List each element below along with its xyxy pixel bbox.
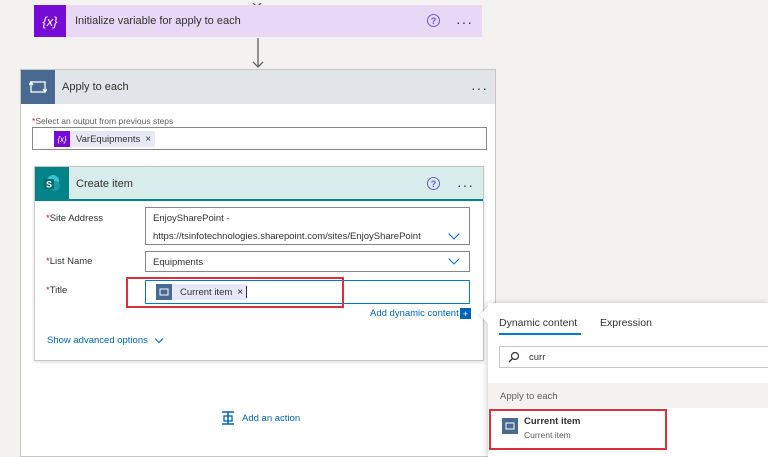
site-address-input[interactable]: EnjoySharePoint - https://tsinfotechnolo… bbox=[145, 207, 470, 245]
advanced-options-label: Show advanced options bbox=[47, 335, 148, 346]
svg-text:S: S bbox=[46, 180, 52, 190]
dynamic-search-input[interactable]: curr bbox=[499, 346, 768, 368]
create-item-title: Create item bbox=[76, 178, 133, 190]
list-name-label: *List Name bbox=[46, 256, 93, 267]
chevron-down-icon[interactable] bbox=[448, 253, 460, 265]
active-tab-indicator bbox=[499, 333, 581, 335]
init-step-title: Initialize variable for apply to each bbox=[75, 15, 241, 27]
variable-icon: {x} bbox=[34, 5, 66, 37]
output-input[interactable]: {x} VarEquipments × bbox=[32, 127, 487, 150]
add-action-label: Add an action bbox=[242, 412, 301, 424]
sharepoint-icon: S bbox=[35, 167, 69, 199]
token-label: VarEquipments bbox=[76, 133, 141, 145]
highlight-current-item bbox=[489, 409, 667, 450]
section-title: Apply to each bbox=[500, 391, 558, 402]
tab-expression[interactable]: Expression bbox=[600, 317, 652, 329]
highlight-title-token bbox=[126, 277, 344, 308]
chevron-down-icon bbox=[154, 334, 164, 343]
variable-icon: {x} bbox=[54, 131, 70, 147]
remove-token-icon[interactable]: × bbox=[145, 134, 151, 145]
search-value: curr bbox=[529, 352, 546, 363]
add-action-icon bbox=[222, 411, 234, 425]
add-dynamic-content-icon[interactable]: + bbox=[460, 308, 471, 319]
site-address-value-1: EnjoySharePoint - bbox=[153, 213, 230, 224]
search-icon bbox=[508, 351, 520, 363]
loop-icon bbox=[21, 70, 55, 104]
site-address-label: *Site Address bbox=[46, 213, 104, 224]
show-advanced-options[interactable]: Show advanced options bbox=[47, 334, 164, 346]
output-label: *Select an output from previous steps bbox=[32, 116, 174, 126]
add-dynamic-content-link[interactable]: Add dynamic content bbox=[370, 308, 459, 319]
section-header[interactable]: Apply to each bbox=[488, 383, 768, 408]
add-action-button[interactable]: Add an action bbox=[220, 410, 300, 426]
help-icon[interactable]: ? bbox=[427, 14, 440, 27]
help-icon[interactable]: ? bbox=[427, 177, 440, 190]
title-label: *Title bbox=[46, 285, 68, 296]
connector-arrow bbox=[251, 38, 265, 70]
chevron-down-icon[interactable] bbox=[448, 228, 460, 240]
more-options-icon[interactable]: ··· bbox=[456, 15, 473, 29]
apply-step-title: Apply to each bbox=[62, 81, 129, 93]
create-item-step: S Create item ? ··· *Site Address EnjoyS… bbox=[34, 166, 484, 361]
init-variable-step[interactable]: {x} Initialize variable for apply to eac… bbox=[34, 5, 482, 37]
more-options-icon[interactable]: ··· bbox=[471, 81, 488, 95]
apply-to-each-step: Apply to each ··· *Select an output from… bbox=[20, 69, 496, 457]
var-equipments-token[interactable]: {x} VarEquipments × bbox=[54, 131, 156, 147]
create-item-header[interactable]: S Create item ? ··· bbox=[35, 167, 483, 201]
list-name-value: Equipments bbox=[153, 257, 204, 268]
tab-dynamic-content[interactable]: Dynamic content bbox=[499, 317, 577, 329]
more-options-icon[interactable]: ··· bbox=[457, 178, 474, 192]
list-name-input[interactable]: Equipments bbox=[145, 251, 470, 272]
site-address-value-2: https://tsinfotechnologies.sharepoint.co… bbox=[153, 231, 421, 242]
apply-header[interactable]: Apply to each ··· bbox=[21, 70, 495, 104]
